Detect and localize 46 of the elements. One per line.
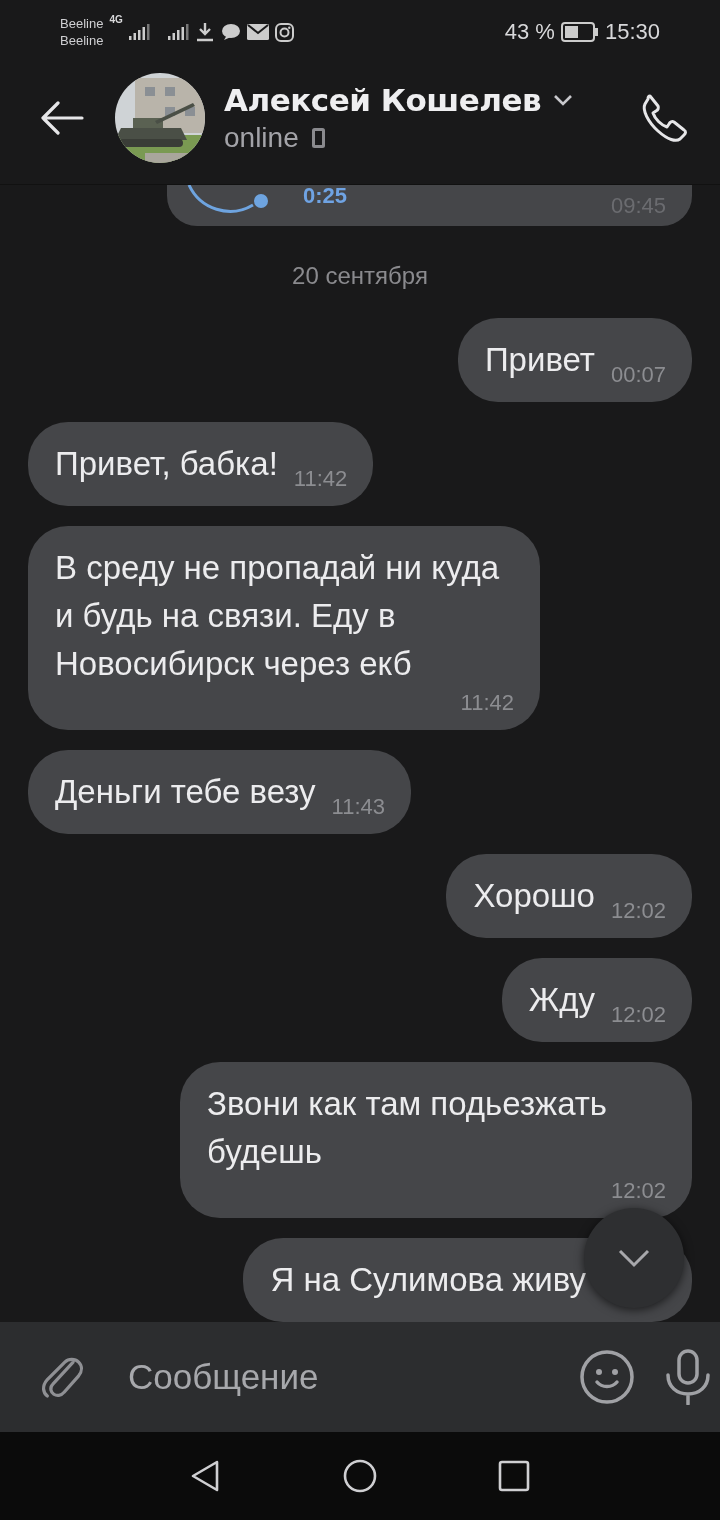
camera-icon <box>274 22 294 42</box>
message-time: 11:42 <box>460 689 514 717</box>
contact-name: Алексей Кошелев <box>224 82 542 118</box>
voice-duration: 0:25 <box>303 185 348 209</box>
message-field[interactable]: Сообщение <box>128 1352 579 1402</box>
circle-icon <box>343 1459 377 1493</box>
clock: 15:30 <box>604 19 660 45</box>
home-nav-button[interactable] <box>343 1459 377 1493</box>
message-text: Хорошо <box>473 876 595 916</box>
download-icon <box>194 22 215 42</box>
mail-icon <box>246 24 269 40</box>
message-time: 00:07 <box>610 361 666 389</box>
recents-nav-button[interactable] <box>497 1459 531 1493</box>
back-button[interactable] <box>40 101 84 135</box>
message-time: 11:43 <box>331 793 385 821</box>
message-text: Привет, бабка! <box>55 444 278 484</box>
network-type: 4G <box>109 14 123 25</box>
carrier-name: Beeline <box>60 32 104 49</box>
message-text: В среду не пропадай ни куда и будь на связи. Еду в Новосибирск через екб <box>55 548 500 684</box>
back-arrow-icon <box>40 101 84 135</box>
online-status: online <box>224 122 299 154</box>
battery-icon <box>560 22 599 42</box>
message-composer[interactable]: Сообщение <box>0 1322 720 1432</box>
chevron-down-icon <box>553 94 574 106</box>
message-text: Звони как там подьезжать будешь <box>207 1084 609 1172</box>
message-text: Деньги тебе везу <box>55 772 316 812</box>
phone-device-icon <box>310 127 326 149</box>
message-text: Я на Сулимова живу <box>270 1260 586 1300</box>
date-separator: 20 сентября <box>292 262 428 290</box>
smiley-icon <box>579 1349 635 1405</box>
battery-percent: 43 % <box>504 19 555 45</box>
message-time: 12:02 <box>610 1177 666 1205</box>
carrier-name: Beeline <box>60 15 104 32</box>
square-icon <box>497 1459 531 1493</box>
emoji-button[interactable] <box>579 1349 635 1405</box>
signal-icon <box>128 24 150 40</box>
voice-record-button[interactable] <box>665 1349 711 1405</box>
message-time: 12:02 <box>610 1001 666 1029</box>
microphone-icon <box>665 1349 711 1405</box>
message-text: Привет <box>484 340 595 380</box>
message-time: 12:02 <box>610 897 666 925</box>
chevron-down-icon <box>617 1248 651 1268</box>
message-time: 11:42 <box>293 465 348 493</box>
signal-icon <box>167 24 189 40</box>
message-text: Жду <box>528 980 595 1020</box>
chat-icon <box>220 23 241 41</box>
